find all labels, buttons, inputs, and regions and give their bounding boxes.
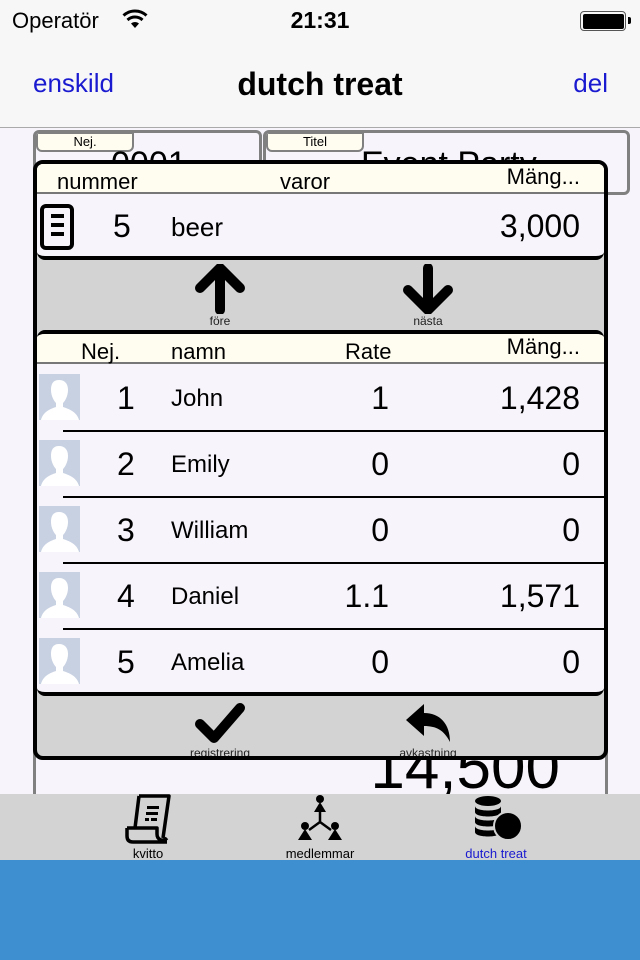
member-row[interactable]: 5 Amelia 0 0 (37, 630, 604, 696)
member-rate[interactable]: 0 (371, 644, 389, 681)
member-row[interactable]: 4 Daniel 1.1 1,571 (37, 564, 604, 630)
member-name: Emily (171, 451, 230, 478)
member-row[interactable]: 2 Emily 0 0 (37, 432, 604, 498)
status-time: 21:31 (290, 7, 350, 33)
header-number: nummer (57, 169, 138, 194)
status-bar: Operatör 21:31 (0, 0, 640, 40)
return-label: avkastning (399, 746, 457, 760)
page-title: dutch treat (237, 66, 403, 102)
tab-members[interactable]: medlemmar (270, 794, 370, 861)
member-number: 4 (117, 578, 135, 614)
title-field-label: Titel (266, 133, 364, 152)
member-table-header: Nej. namn Rate Mäng... (37, 334, 604, 364)
arrow-up-icon (195, 264, 245, 314)
member-row[interactable]: 3 William 0 0 (37, 498, 604, 564)
member-rate[interactable]: 1.1 (345, 578, 389, 615)
avatar-placeholder-icon (39, 572, 80, 618)
item-table: nummer varor Mäng... 5 beer 3,000 (37, 164, 604, 260)
item-goods: beer (171, 212, 224, 242)
item-number: 5 (113, 208, 131, 244)
member-table: Nej. namn Rate Mäng... 1 John 1 1,428 2 Emily… (37, 330, 604, 696)
row-separator (63, 694, 604, 696)
header-amount: Mäng... (506, 334, 580, 359)
checkmark-icon (195, 703, 245, 743)
split-button[interactable]: del (573, 68, 608, 99)
bottom-background (0, 860, 640, 960)
item-table-header: nummer varor Mäng... (37, 164, 604, 194)
member-amount: 0 (562, 446, 580, 482)
register-label: registrering (189, 746, 251, 760)
avatar-placeholder-icon (39, 440, 80, 486)
header-amount: Mäng... (506, 164, 580, 189)
coins-icon (475, 796, 523, 841)
item-row[interactable]: 5 beer 3,000 (37, 194, 604, 256)
member-rate[interactable]: 0 (371, 446, 389, 483)
previous-label: före (209, 314, 231, 328)
avatar-placeholder-icon (39, 638, 80, 684)
return-button[interactable]: avkastning (383, 700, 473, 760)
register-button[interactable]: registrering (177, 700, 263, 760)
member-number: 2 (117, 446, 135, 482)
header-name: namn (171, 339, 227, 364)
navigation-bar: enskild dutch treat del (0, 40, 640, 128)
next-button[interactable]: nästa (395, 264, 461, 328)
tab-receipt[interactable]: kvitto (108, 794, 188, 861)
arrow-down-icon (403, 264, 453, 314)
reply-arrow-icon (406, 704, 450, 742)
member-number: 5 (117, 644, 135, 680)
header-rate: Rate (345, 339, 392, 364)
member-number: 3 (117, 512, 135, 548)
split-dialog: nummer varor Mäng... 5 beer 3,000 före n… (33, 160, 608, 760)
next-label: nästa (413, 314, 443, 328)
tab-members-label: medlemmar (285, 846, 355, 861)
battery-icon (580, 11, 631, 31)
member-name: Daniel (171, 583, 240, 610)
header-number: Nej. (81, 339, 121, 364)
members-icon (298, 795, 342, 840)
member-amount: 1,571 (499, 578, 580, 614)
tab-receipt-label: kvitto (132, 846, 164, 861)
member-name: John (171, 385, 224, 412)
tab-bar: kvitto medlemmar dutch treat (0, 794, 640, 861)
avatar-placeholder-icon (39, 374, 80, 420)
header-goods: varor (280, 169, 331, 194)
document-icon[interactable] (40, 204, 74, 250)
member-name: Amelia (171, 649, 245, 676)
item-amount: 3,000 (499, 208, 580, 244)
member-amount: 0 (562, 512, 580, 548)
member-rate[interactable]: 0 (371, 512, 389, 549)
member-rate[interactable]: 1 (371, 380, 389, 417)
member-amount: 0 (562, 644, 580, 680)
avatar-placeholder-icon (39, 506, 80, 552)
receipt-icon (125, 794, 171, 844)
member-number: 1 (117, 380, 135, 416)
tab-dutch-treat[interactable]: dutch treat (448, 794, 544, 861)
member-row[interactable]: 1 John 1 1,428 (37, 366, 604, 432)
tab-dutch-treat-label: dutch treat (465, 846, 527, 861)
member-amount: 1,428 (499, 380, 580, 416)
previous-button[interactable]: före (187, 264, 253, 328)
member-name: William (171, 517, 249, 544)
